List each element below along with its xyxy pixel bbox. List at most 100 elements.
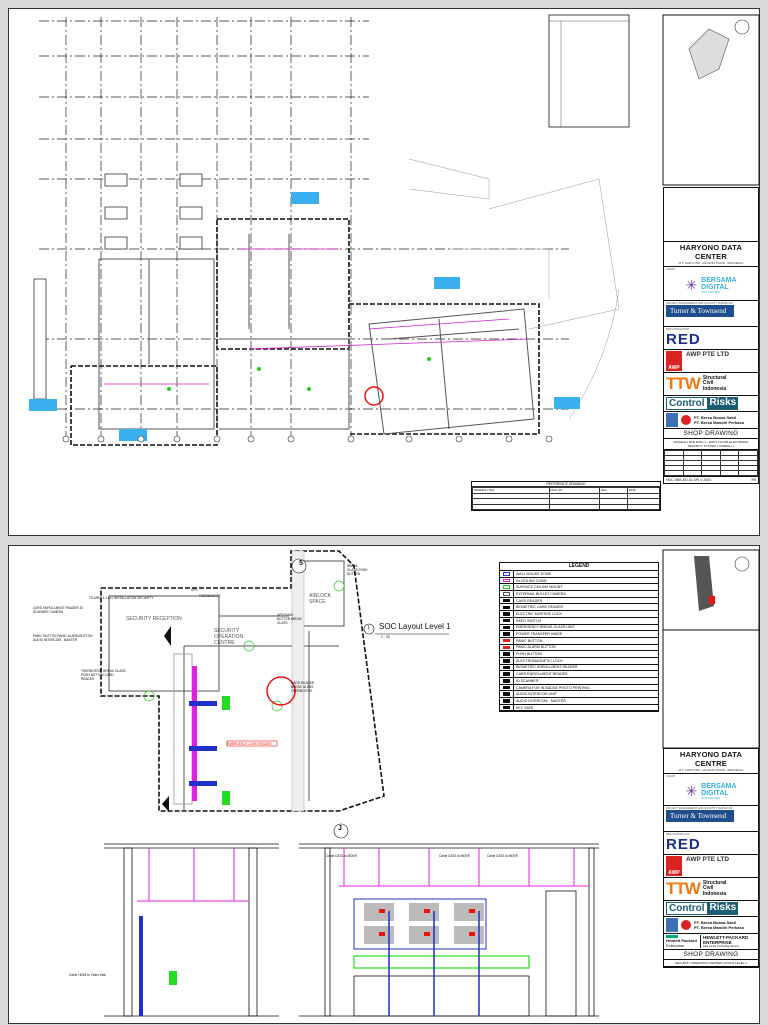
legend-symbol-icon [500,657,514,664]
room-label: SECURITY RECEPTION [126,616,182,622]
drawing-stage: SHOP DRAWING [664,950,758,960]
floor-plan-overall [29,14,760,446]
logo-text: Risks [707,397,739,410]
legend-symbol-icon [500,584,514,591]
logo-text: Control [666,397,708,410]
project-block: HARYONO DATA CENTER M.T. HARYONO, JAKART… [664,242,758,267]
legend-symbol-icon [500,664,514,671]
turner-townsend-logo: Turner & Townsend [666,810,734,822]
legend-symbol-icon [500,704,514,711]
structural-block: TTW Structural Civil Indonesia [664,878,758,901]
logo-text: Indonesia [702,385,727,392]
starburst-icon: ✳ [685,276,698,293]
title-block: HARYONO DATA CENTRE M.T. HARYONO, JAKART… [663,748,759,968]
ttw-logo: TTW [666,374,701,393]
architect-name: AWP PTE LTD [686,351,730,358]
control-risks-logo: Control Risks [666,902,756,915]
logo-text: BERSAMA [701,782,737,790]
contractor-name: PT. Bersa Mandiri Perkasa [694,420,744,425]
legend-item: POWER TRANSFER HINGE [500,631,658,638]
logo-text: Control [666,902,708,915]
security-block: Control Risks [664,901,758,917]
callout: CARD READER BREAK GLASS THERMOSTAT [291,681,315,693]
legend-symbol-icon [500,637,514,644]
callout: THERMOSTAT BREAK GLASS PUSH BUTTON CARD … [81,669,126,681]
turner-townsend-logo: Turner & Townsend [666,305,734,317]
legend-symbol-icon [500,611,514,617]
legend-label: CARD ENROLLMENT READER [516,672,568,677]
drawing-title: SECURITY OPERATION CENTER LAYOUT LEVEL 1 [664,960,758,967]
view-title: SOC Layout Level 1 [379,622,451,631]
legend-symbol-icon [500,691,514,698]
legend-label: PANIC BUTTON [516,638,543,643]
legend-symbol-icon [500,631,514,637]
legend-label: AUDIO INTERCOM UNIT [516,692,557,697]
pm-block: PROJECT MANAGEMENT AND QUANTITY SURVEYOR… [664,806,758,832]
legend-label: CAMERA FOR IN BADGE PHOTO PRINTING [516,685,590,690]
legend-label: CARD READER [516,598,543,603]
room-label: SECURITY OPERATION CENTRE [214,628,244,646]
legend-symbol-icon [500,651,514,657]
legend-title: LEGEND [500,563,658,571]
red-logo: RED [666,331,701,348]
legend-item: EXTERNAL BULLET CAMERA [500,591,658,598]
legend-symbol-icon [500,644,514,651]
logo-text: Enterprise [666,943,685,948]
logo-text: BERSAMA [701,276,737,284]
awp-logo: AWP [666,856,682,876]
logo-text: DATA CENTRES [701,290,720,294]
legend-item: CAMERA FOR IN BADGE PHOTO PRINTING [500,684,658,692]
section-label: Cable DATA to MDER [487,854,518,858]
legend-item: ELECTROMAGNETIC LOCK [500,657,658,665]
view-number: 1 [367,625,370,631]
pm-block: PROJECT MANAGEMENT AND QUANTITY SURVEYOR… [664,301,758,327]
legend: LEGEND WALL MOUNT DOME IN-CEILING DOME SUR… [499,562,659,713]
project-address: M.T. HARYONO, JAKARTA TIMUR, INDONESIA [678,261,744,265]
contractor-seal [681,415,691,425]
legend-item: AUDIO INTERCOM UNIT [500,691,658,699]
callout: CARD ENROLLMENT READER ID SCANNER CAMERA [33,606,83,614]
legend-symbol-icon [500,624,514,631]
legend-symbol-icon [500,698,514,704]
architect-block: AWP AWP PTE LTD [664,350,758,373]
grid-marker-5: 5 [299,560,303,567]
legend-symbol-icon [500,684,514,691]
contractor-seal [681,920,691,930]
legend-symbol-icon [500,571,514,577]
logo-text: Indonesia [702,890,727,897]
legend-label: PUSH BUTTON [516,652,542,657]
project-block: HARYONO DATA CENTRE M.T. HARYONO, JAKART… [664,749,758,774]
title-block: HARYONO DATA CENTER M.T. HARYONO, JAKART… [663,187,759,484]
legend-symbol-icon [500,604,514,611]
drawing-sheet-overall: REFERENCE DRAWING DRAWING TITLE DWG. NO.… [8,8,760,536]
callout-emergency: EMERGENCY CARD READER [227,742,272,746]
legend-item: CARD ENROLLMENT READER [500,671,658,678]
logo-text: DIGITAL [701,283,729,291]
drawing-stage: SHOP DRAWING [664,429,758,439]
hpe-sub: Data Center Technology Service [703,945,739,948]
legend-label: PANIC ALARM BUTTON [516,645,556,650]
mep-block: MEP CONSULTANT: RED [664,832,758,855]
legend-label: BIOMETRIC CARD READER [516,605,564,610]
view-scale: 1 : 25 [381,635,390,639]
legend-label: ELECTROMAGNETIC LOCK [516,658,563,663]
legend-label: EMERGENCY BREAK GLASS UNIT [516,625,575,630]
revision: R9 [751,478,756,482]
legend-item: WALL MOUNT DOME [500,571,658,578]
drawing-sheet-soc: 5 J 1 SOC Layout Level 1 1 : 25 SECURITY… [8,545,760,1024]
legend-item: KEY SAFE [500,704,658,712]
awp-logo: AWP [666,351,682,371]
legend-item: BIOMETRIC ENROLLMENT READER [500,664,658,672]
legend-label: WALL MOUNT DOME [516,571,552,576]
drawing-title: DATAHALL BUILDING 1 - FIRST FLOOR ELECTR… [664,439,758,450]
legend-item: IN-CEILING DOME [500,577,658,585]
legend-item: REED SWITCH [500,617,658,625]
contractor-block: PT. Bersa Buana Sakti PT. Bersa Mandiri P… [664,412,758,429]
label: PROJECT MANAGEMENT AND QUANTITY SURVEYOR… [666,302,734,305]
structural-block: TTW Structural Civil Indonesia [664,373,758,396]
legend-symbol-icon [500,617,514,624]
legend-item: PANIC BUTTON [500,637,658,645]
legend-label: AUDIO INTERCOM - MASTER [516,698,566,703]
callout: UPS [191,588,198,592]
callout: PANIC BUTTON PANIC ALARM BUTTON AUDIO IN… [33,634,93,642]
